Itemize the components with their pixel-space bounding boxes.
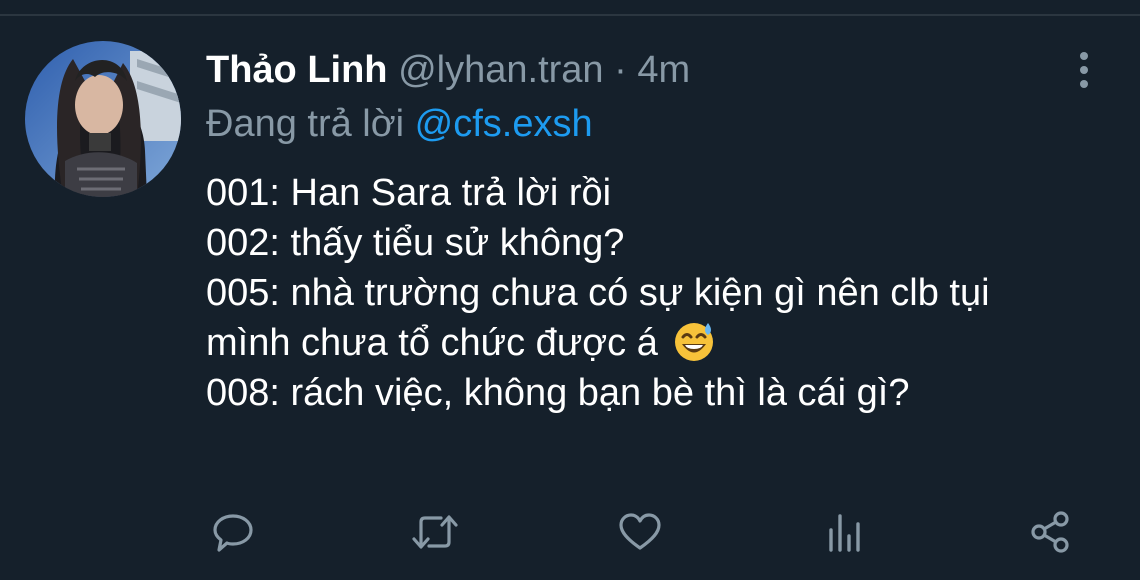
replying-to-label: Đang trả lời <box>206 103 415 145</box>
avatar[interactable] <box>25 41 181 197</box>
analytics-icon <box>829 514 860 552</box>
tweet-text-line: 008: rách việc, không bạn bè thì là cái … <box>206 372 910 414</box>
tweet-text-line: 001: Han Sara trả lời rồi <box>206 172 612 214</box>
share-icon <box>1031 511 1069 553</box>
tweet-header: Thảo Linh @lyhan.tran · 4m <box>206 48 690 92</box>
more-options-icon[interactable] <box>1072 50 1096 90</box>
tweet-text: 001: Han Sara trả lời rồi 002: thấy tiểu… <box>206 168 1116 418</box>
share-button[interactable] <box>1026 508 1074 556</box>
display-name[interactable]: Thảo Linh <box>206 49 388 91</box>
tweet-text-line: 002: thấy tiểu sử không? <box>206 222 625 264</box>
comment-icon <box>213 514 253 552</box>
tweet-text-line-with-emoji: mình chưa tổ chức được á <box>206 318 1116 368</box>
grinning-sweat-emoji <box>675 323 714 361</box>
retweet-button[interactable] <box>411 508 459 556</box>
top-divider <box>0 14 1140 16</box>
retweet-icon <box>412 515 458 549</box>
reply-mention-link[interactable]: @cfs.exsh <box>415 103 593 145</box>
analytics-button[interactable] <box>821 508 869 556</box>
heart-icon <box>619 513 661 550</box>
avatar-photo <box>25 41 181 197</box>
reply-button[interactable] <box>209 508 257 556</box>
replying-to: Đang trả lời @cfs.exsh <box>206 102 593 146</box>
user-handle[interactable]: @lyhan.tran <box>398 49 603 91</box>
tweet-text-line: 005: nhà trường chưa có sự kiện gì nên c… <box>206 272 990 314</box>
like-button[interactable] <box>616 508 664 556</box>
tweet-timestamp[interactable]: 4m <box>637 49 690 91</box>
tweet-text-line: mình chưa tổ chức được á <box>206 322 658 364</box>
header-separator: · <box>614 49 627 91</box>
